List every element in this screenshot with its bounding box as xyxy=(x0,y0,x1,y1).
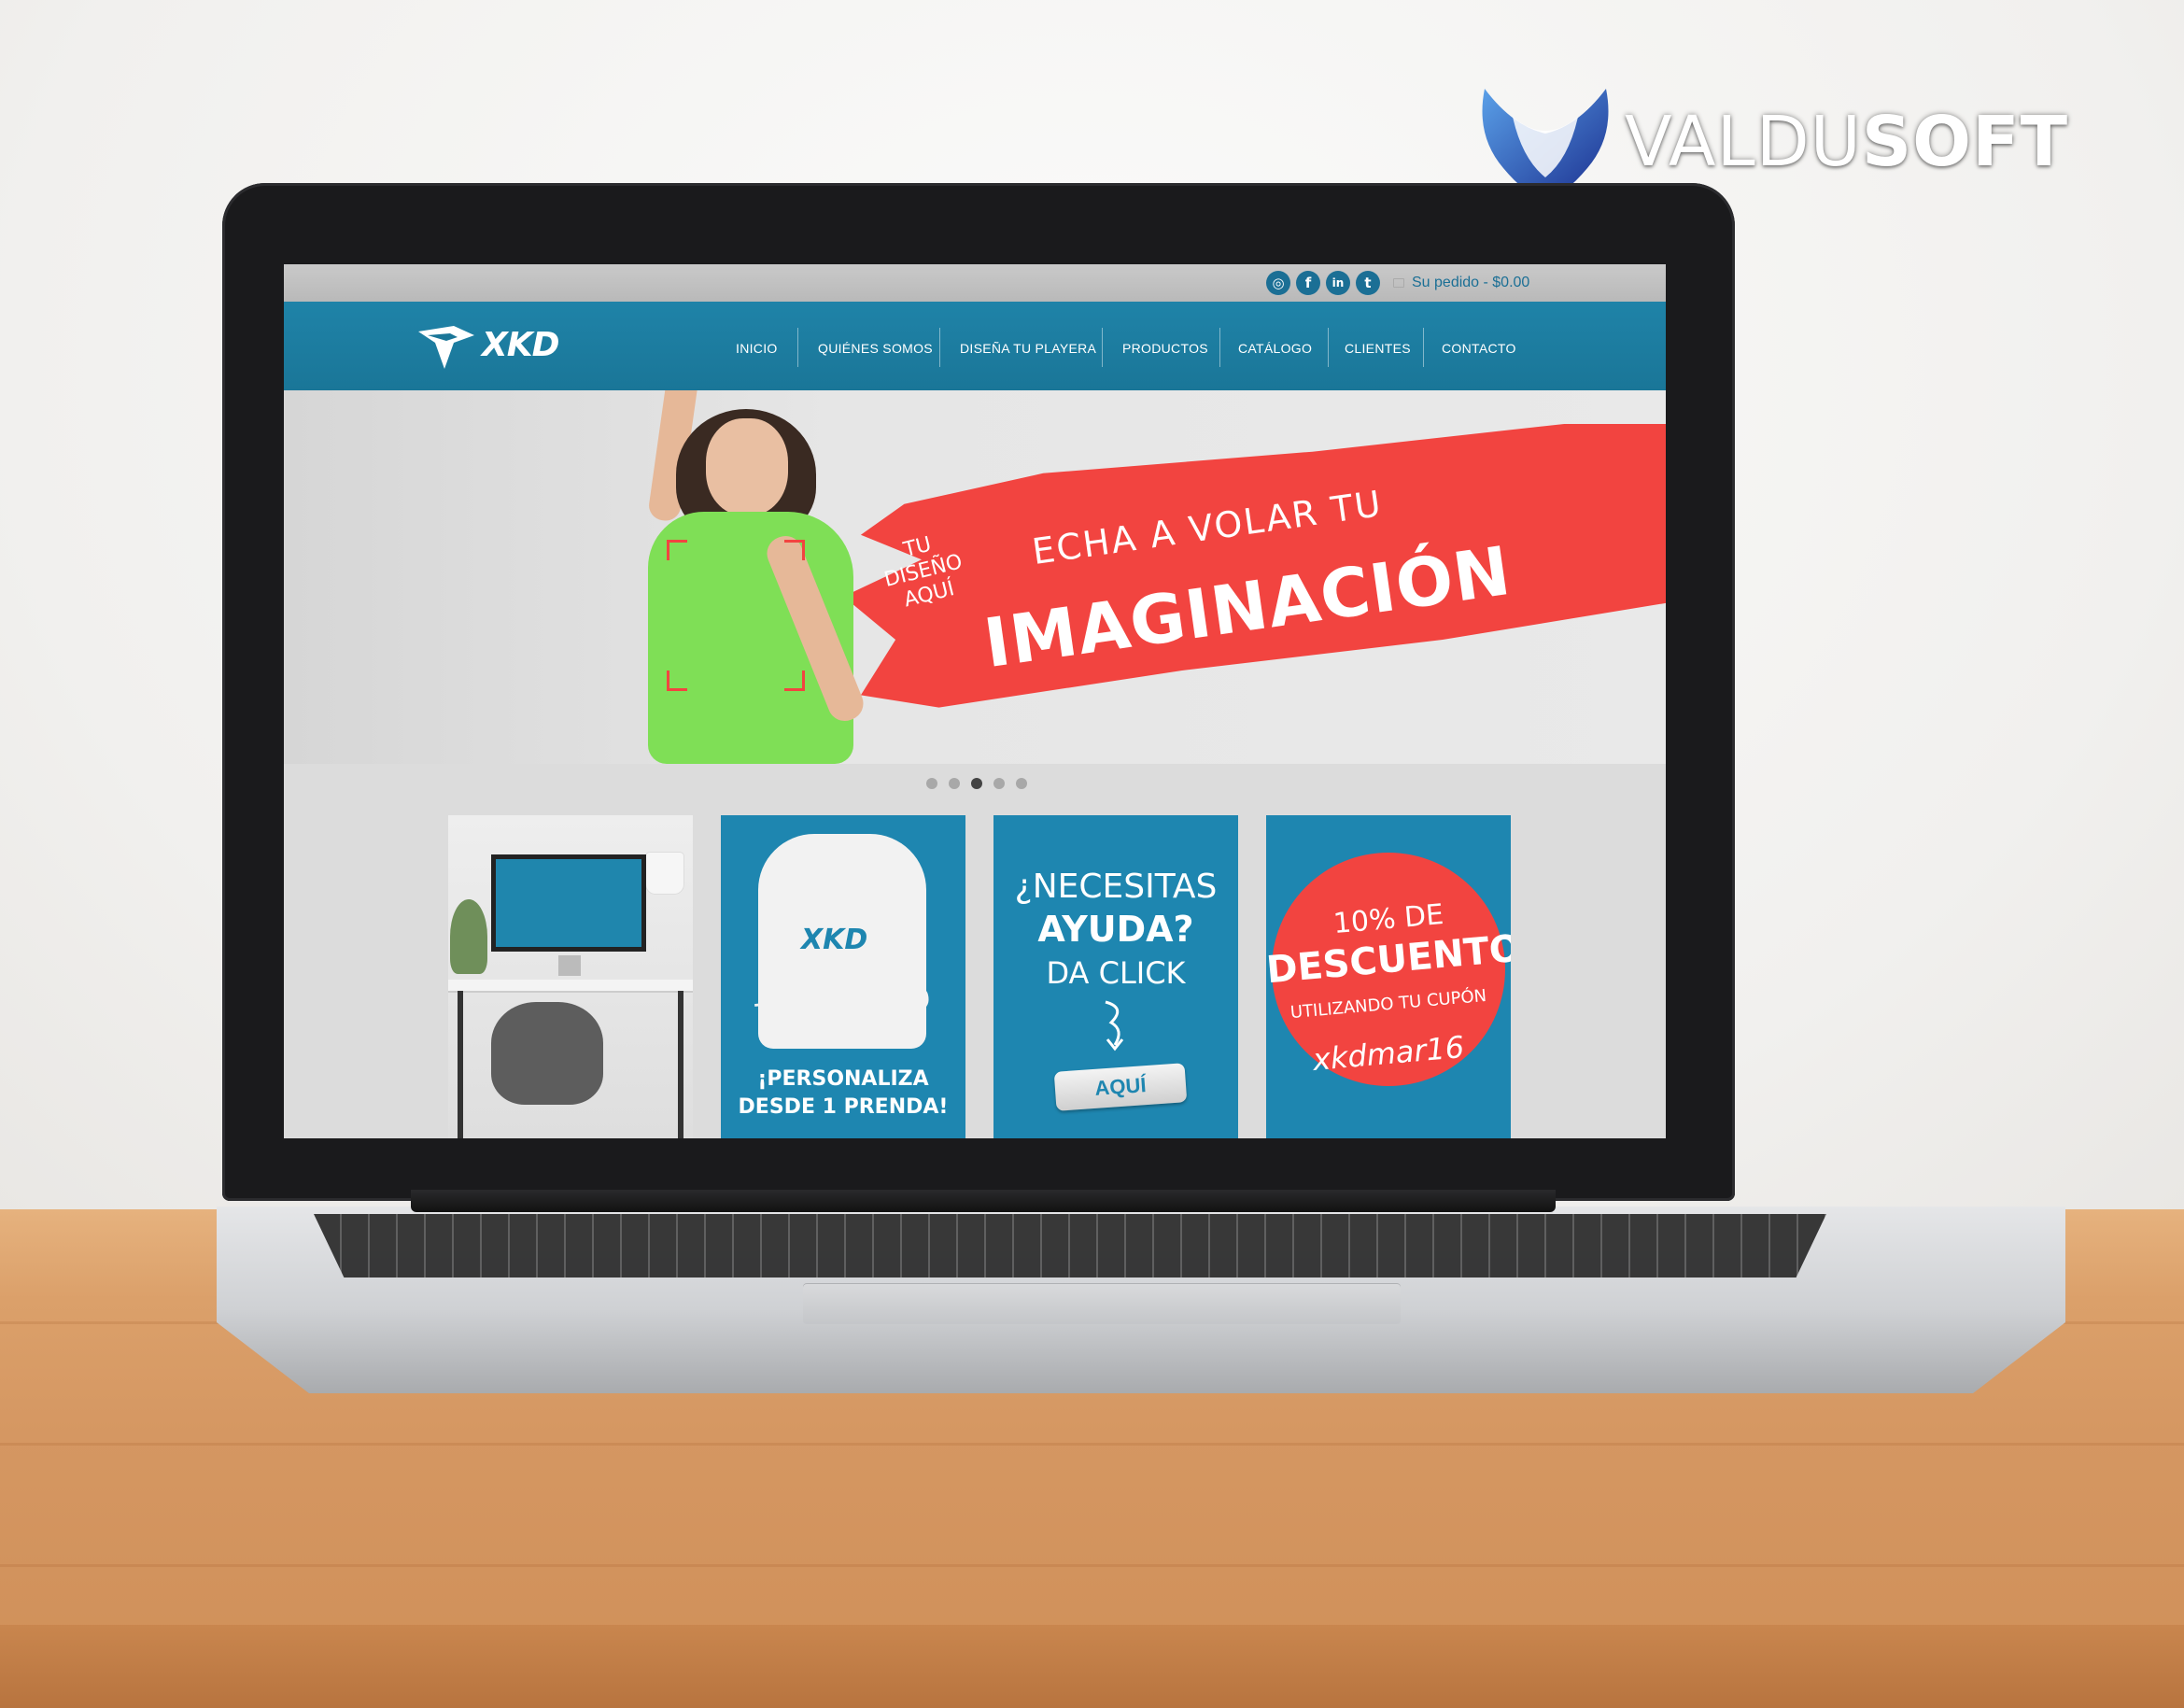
nav-disena-tu-playera[interactable]: DISEÑA TU PLAYERA xyxy=(960,341,1096,356)
linkedin-icon[interactable]: in xyxy=(1326,271,1350,295)
imac-screen xyxy=(491,854,646,952)
promo-cards: XKD TU DISEÑO ¡PERSONALIZA DESDE 1 PREND… xyxy=(448,815,1513,1138)
tshirt-logo: XKD xyxy=(801,924,868,956)
hero-slider[interactable]: TU DISEÑO AQUÍ ECHA A VOLAR TU IMAGINACI… xyxy=(284,390,1666,764)
laptop-hinge xyxy=(411,1190,1556,1212)
facebook-icon[interactable]: f xyxy=(1296,271,1320,295)
slider-dot-4[interactable] xyxy=(993,778,1005,789)
card-descuento[interactable]: 10% DE DESCUENTO UTILIZANDO TU CUPÓN xkd… xyxy=(1266,815,1511,1138)
laptop-keyboard xyxy=(314,1214,1826,1277)
xkd-logo[interactable]: XKD xyxy=(416,322,575,373)
help-aqui-button[interactable]: AQUÍ xyxy=(1053,1063,1188,1111)
slider-dot-1[interactable] xyxy=(926,778,937,789)
nav-quienes-somos[interactable]: QUIÉNES SOMOS xyxy=(818,341,933,356)
card-ayuda[interactable]: ¿NECESITAS AYUDA? DA CLICK AQUÍ xyxy=(993,815,1238,1138)
slider-dot-3[interactable] xyxy=(971,778,982,789)
slider-dot-2[interactable] xyxy=(949,778,960,789)
xkd-logo-icon xyxy=(418,326,474,369)
card-personaliza-line1: ¡PERSONALIZA xyxy=(757,1067,929,1091)
card-personaliza-line2: DESDE 1 PRENDA! xyxy=(738,1095,949,1119)
nav-productos[interactable]: PRODUCTOS xyxy=(1122,341,1208,356)
table-edge xyxy=(0,1625,2184,1708)
card-ayuda-line3: DA CLICK xyxy=(1046,955,1186,991)
nav-catalogo[interactable]: CATÁLOGO xyxy=(1238,341,1312,356)
hero-model-photo xyxy=(601,390,909,764)
card-ayuda-line1: ¿NECESITAS xyxy=(1014,868,1218,906)
chair-image xyxy=(491,1002,603,1105)
laptop-trackpad xyxy=(803,1283,1401,1324)
valdusoft-wordmark: VALDUSOFT xyxy=(1625,102,2069,182)
nav-clientes[interactable]: CLIENTES xyxy=(1345,341,1411,356)
cart-icon xyxy=(1393,277,1404,288)
cart-label: Su pedido - $0.00 xyxy=(1412,275,1530,290)
website-screen: ◎ f in t Su pedido - $0.00 XKD INICIO QU… xyxy=(284,264,1666,1138)
arrow-down-icon xyxy=(1105,1000,1124,1052)
card-workspace-photo[interactable] xyxy=(448,815,693,1138)
nav-contacto[interactable]: CONTACTO xyxy=(1442,341,1516,356)
main-navbar: XKD INICIO QUIÉNES SOMOS DISEÑA TU PLAYE… xyxy=(284,302,1666,390)
top-bar: ◎ f in t Su pedido - $0.00 xyxy=(284,264,1666,302)
cart-link[interactable]: Su pedido - $0.00 xyxy=(1393,275,1529,291)
twitter-icon[interactable]: t xyxy=(1356,271,1380,295)
slider-dot-5[interactable] xyxy=(1016,778,1027,789)
slider-dots xyxy=(926,778,1029,791)
nav-inicio[interactable]: INICIO xyxy=(736,341,778,356)
card-personaliza[interactable]: XKD TU DISEÑO ¡PERSONALIZA DESDE 1 PREND… xyxy=(721,815,965,1138)
instagram-icon[interactable]: ◎ xyxy=(1266,271,1290,295)
logo-text: XKD xyxy=(482,326,560,364)
card-ayuda-line2: AYUDA? xyxy=(1037,909,1194,950)
